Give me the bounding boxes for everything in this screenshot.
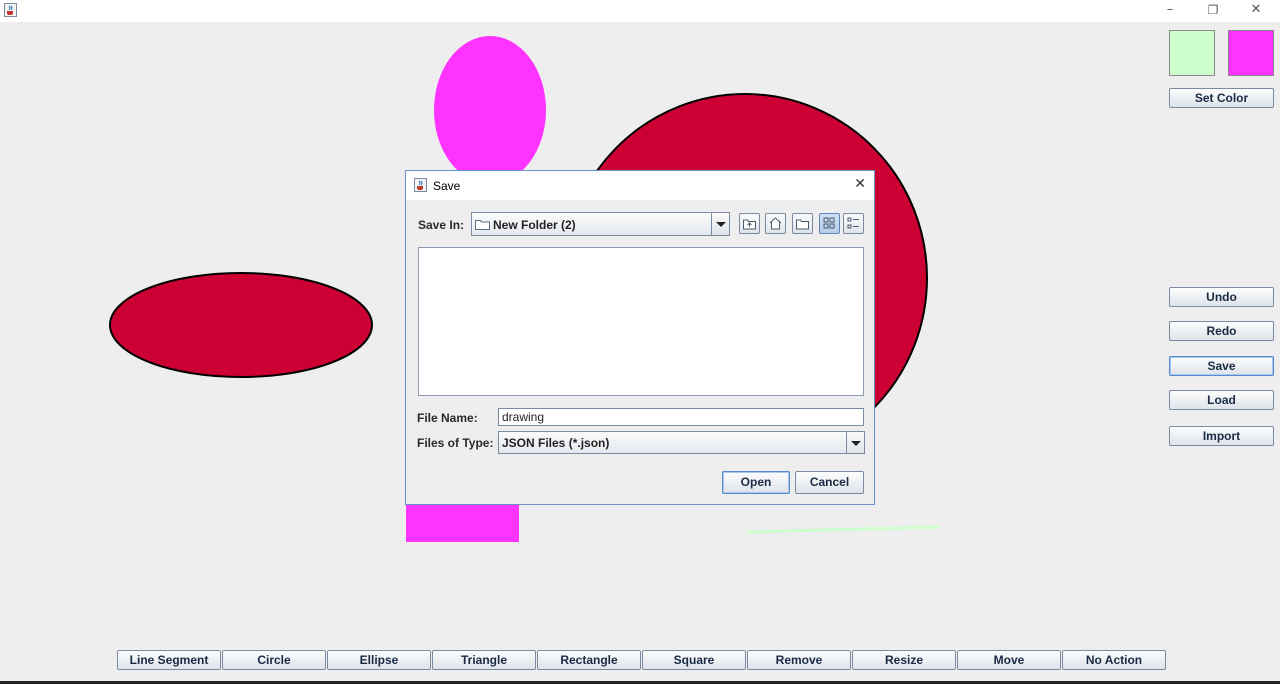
cancel-button[interactable]: Cancel [795, 471, 864, 494]
file-name-label: File Name: [417, 411, 478, 425]
folder-icon [475, 220, 490, 230]
tool-circle-button[interactable]: Circle [222, 650, 326, 670]
save-button[interactable]: Save [1169, 356, 1274, 376]
up-folder-button[interactable] [739, 213, 760, 234]
chevron-down-icon[interactable] [846, 432, 864, 453]
tool-remove-button[interactable]: Remove [747, 650, 851, 670]
save-in-value: New Folder (2) [493, 218, 576, 232]
tool-resize-button[interactable]: Resize [852, 650, 956, 670]
undo-button[interactable]: Undo [1169, 287, 1274, 307]
details-view-icon [847, 217, 859, 229]
close-window-button[interactable]: ✕ [1236, 0, 1276, 20]
primary-color-swatch[interactable] [1169, 30, 1215, 76]
magenta-rectangle-shape[interactable] [406, 500, 519, 542]
tool-square-button[interactable]: Square [642, 650, 746, 670]
home-icon [769, 217, 782, 230]
tool-triangle-button[interactable]: Triangle [432, 650, 536, 670]
dialog-title: Save [433, 179, 461, 193]
restore-button[interactable]: ❐ [1193, 0, 1233, 20]
list-view-icon [823, 217, 835, 229]
open-button[interactable]: Open [722, 471, 790, 494]
tool-no-action-button[interactable]: No Action [1062, 650, 1166, 670]
minimize-button[interactable]: – [1150, 0, 1190, 20]
home-button[interactable] [765, 213, 786, 234]
load-button[interactable]: Load [1169, 390, 1274, 410]
dialog-close-icon[interactable]: ✕ [854, 176, 866, 192]
green-line-segment-shape[interactable] [746, 525, 941, 534]
tool-line-segment-button[interactable]: Line Segment [117, 650, 221, 670]
files-of-type-value: JSON Files (*.json) [502, 436, 610, 450]
files-of-type-combo[interactable]: JSON Files (*.json) [498, 431, 865, 454]
file-list-pane[interactable] [418, 247, 864, 396]
java-cup-icon [4, 3, 17, 17]
window-titlebar: – ❐ ✕ [0, 0, 1280, 22]
tool-move-button[interactable]: Move [957, 650, 1061, 670]
save-dialog: Save ✕ Save In: New Folder (2) File Name… [405, 170, 875, 505]
redo-button[interactable]: Redo [1169, 321, 1274, 341]
chevron-down-icon[interactable] [711, 213, 729, 235]
list-view-button[interactable] [819, 213, 840, 234]
up-folder-icon [743, 219, 756, 230]
new-folder-button[interactable] [792, 213, 813, 234]
secondary-color-swatch[interactable] [1228, 30, 1274, 76]
details-view-button[interactable] [843, 213, 864, 234]
import-button[interactable]: Import [1169, 426, 1274, 446]
dialog-titlebar: Save ✕ [406, 171, 874, 200]
new-folder-icon [796, 219, 809, 230]
set-color-button[interactable]: Set Color [1169, 88, 1274, 108]
files-of-type-label: Files of Type: [417, 436, 494, 450]
file-name-input[interactable] [498, 408, 864, 426]
magenta-ellipse-shape[interactable] [434, 36, 546, 184]
tool-rectangle-button[interactable]: Rectangle [537, 650, 641, 670]
java-cup-icon [414, 178, 427, 192]
tool-ellipse-button[interactable]: Ellipse [327, 650, 431, 670]
save-in-combo[interactable]: New Folder (2) [471, 212, 730, 236]
save-in-label: Save In: [418, 218, 465, 232]
red-ellipse-shape[interactable] [109, 272, 373, 378]
